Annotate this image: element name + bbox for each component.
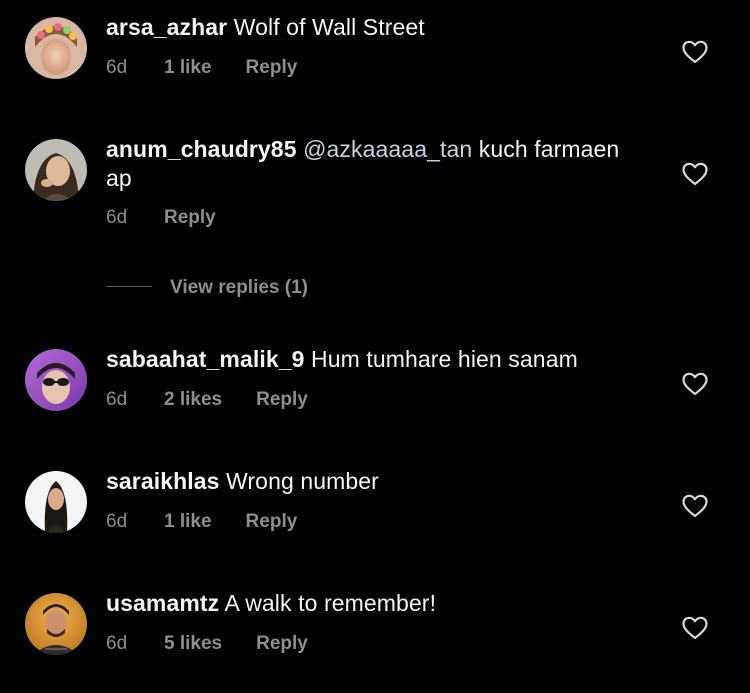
comment-meta: 6d 1 like Reply	[106, 510, 297, 534]
comment-username[interactable]: anum_chaudry85	[106, 136, 297, 162]
comment-likes[interactable]: 2 likes	[164, 388, 222, 412]
comment-time: 6d	[106, 389, 128, 410]
comment-time: 6d	[106, 57, 128, 78]
comment-meta: 6d 5 likes Reply	[106, 632, 308, 656]
heart-outline-icon	[682, 162, 708, 186]
like-button[interactable]	[682, 494, 708, 518]
comment-message: A walk to remember!	[224, 590, 437, 616]
avatar-woman-sunglasses-icon	[25, 349, 87, 411]
reply-button[interactable]: Reply	[256, 388, 308, 412]
reply-button[interactable]: Reply	[164, 206, 216, 230]
comment-meta: 6d 1 like Reply	[106, 56, 297, 80]
comment-text: saraikhlas Wrong number	[106, 467, 626, 496]
comment-username[interactable]: saraikhlas	[106, 468, 220, 494]
reply-button[interactable]: Reply	[246, 56, 298, 80]
avatar[interactable]	[25, 17, 87, 79]
comment-text: arsa_azhar Wolf of Wall Street	[106, 13, 626, 42]
comment-meta: 6d Reply	[106, 206, 216, 230]
comment-meta: 6d 2 likes Reply	[106, 388, 308, 412]
heart-outline-icon	[682, 372, 708, 396]
comment-text: anum_chaudry85 @azkaaaaa_tan kuch farmae…	[106, 135, 626, 193]
divider	[106, 286, 152, 288]
comment-time: 6d	[106, 207, 128, 228]
avatar[interactable]	[25, 139, 87, 201]
comment-username[interactable]: sabaahat_malik_9	[106, 346, 305, 372]
heart-outline-icon	[682, 40, 708, 64]
comment-message: Hum tumhare hien sanam	[311, 346, 578, 372]
comment-username[interactable]: arsa_azhar	[106, 14, 227, 40]
avatar-woman-portrait-icon	[25, 139, 87, 201]
comment-likes[interactable]: 5 likes	[164, 632, 222, 656]
like-button[interactable]	[682, 616, 708, 640]
comment-time: 6d	[106, 633, 128, 654]
like-button[interactable]	[682, 40, 708, 64]
like-button[interactable]	[682, 162, 708, 186]
avatar-woman-flower-crown-icon	[25, 17, 87, 79]
view-replies-label[interactable]: View replies (1)	[170, 277, 308, 298]
view-replies-button[interactable]: View replies (1)	[106, 276, 308, 300]
comment-likes[interactable]: 1 like	[164, 510, 212, 534]
comment-message: Wolf of Wall Street	[233, 14, 425, 40]
avatar-man-portrait-icon	[25, 593, 87, 655]
comment-username[interactable]: usamamtz	[106, 590, 219, 616]
comment-text: sabaahat_malik_9 Hum tumhare hien sanam	[106, 345, 626, 374]
avatar[interactable]	[25, 471, 87, 533]
like-button[interactable]	[682, 372, 708, 396]
heart-outline-icon	[682, 494, 708, 518]
avatar[interactable]	[25, 593, 87, 655]
avatar[interactable]	[25, 349, 87, 411]
comment-time: 6d	[106, 511, 128, 532]
comment-message: Wrong number	[226, 468, 379, 494]
reply-button[interactable]: Reply	[256, 632, 308, 656]
comment-mention[interactable]: @azkaaaaa_tan	[303, 136, 472, 162]
reply-button[interactable]: Reply	[246, 510, 298, 534]
comment-likes[interactable]: 1 like	[164, 56, 212, 80]
heart-outline-icon	[682, 616, 708, 640]
comment-text: usamamtz A walk to remember!	[106, 589, 626, 618]
avatar-woman-white-bg-icon	[25, 471, 87, 533]
